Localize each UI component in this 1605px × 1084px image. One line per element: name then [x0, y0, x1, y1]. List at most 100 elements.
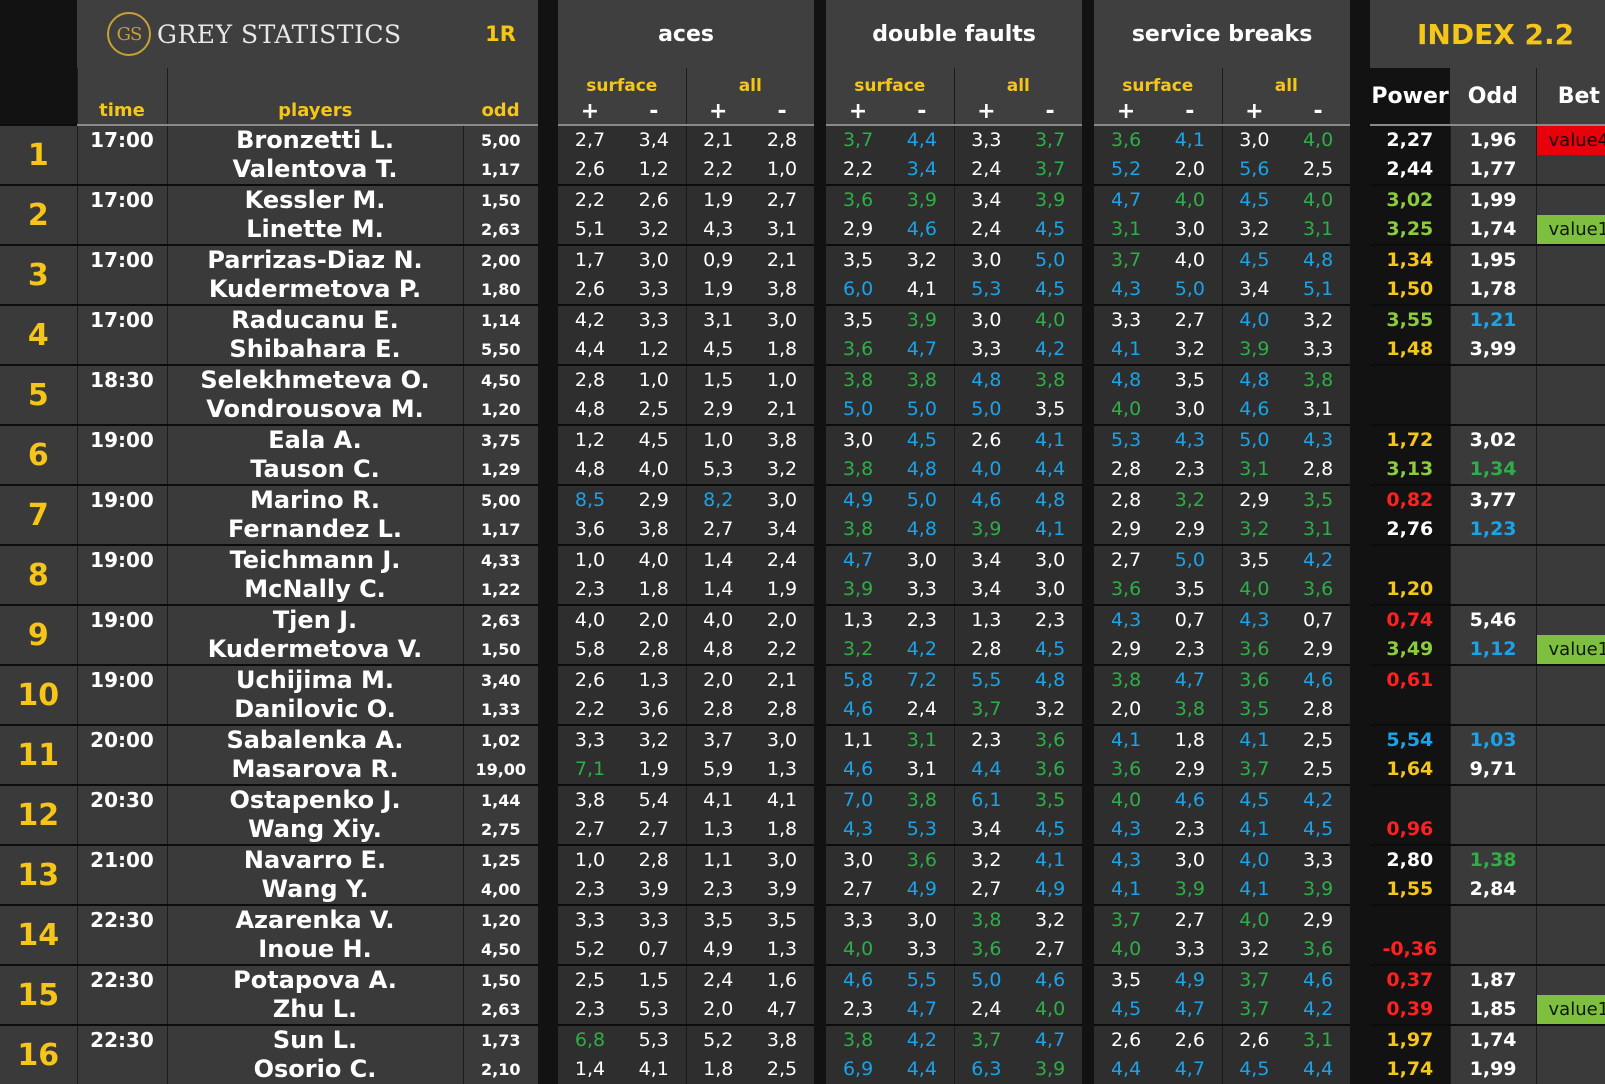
player-name: Zhu L. — [167, 995, 464, 1025]
bet-cell — [1535, 244, 1605, 275]
stat-cell: 2,8 — [1286, 695, 1351, 725]
stat-cell: 6,1 — [953, 784, 1019, 815]
player-name: Kessler M. — [167, 184, 464, 215]
power-value — [1370, 395, 1451, 425]
index-odd-value: 3,02 — [1449, 424, 1537, 455]
stat-cell: 3,7 — [1221, 755, 1287, 785]
bet-cell — [1535, 964, 1605, 995]
power-value — [1370, 904, 1451, 935]
stat-cell: 3,9 — [1018, 184, 1083, 215]
stat-cell: 3,1 — [1286, 515, 1351, 545]
stat-cell: 4,8 — [1018, 664, 1083, 695]
match-time: 19:00 — [77, 424, 168, 485]
spacer — [1350, 155, 1371, 185]
spacer — [1082, 485, 1095, 515]
spacer — [1350, 335, 1371, 365]
stat-cell: 2,5 — [1286, 755, 1351, 785]
spacer — [538, 575, 559, 605]
stat-cell: 3,1 — [1286, 215, 1351, 245]
table-row: 12 20:30 Ostapenko J. 1,44 3,8 5,4 4,1 4,1 7,0 3,… — [0, 784, 1605, 845]
table-row: McNally C. 1,22 2,3 1,8 1,4 1,9 3,9 3,3 3,4 3,0 3,… — [0, 575, 1605, 605]
spacer — [1350, 395, 1371, 425]
stat-cell: 4,8 — [890, 515, 955, 545]
minus-label: - — [750, 96, 815, 126]
bet-badge: value1 — [1535, 995, 1605, 1025]
stat-cell: 3,0 — [1158, 395, 1223, 425]
stat-cell: 3,8 — [558, 784, 623, 815]
bet-cell — [1535, 335, 1605, 365]
stat-cell: 3,4 — [1221, 275, 1287, 305]
minus-label: - — [890, 96, 955, 126]
spacer — [1082, 395, 1095, 425]
stat-cell: 4,9 — [1018, 875, 1083, 905]
stat-cell: 4,5 — [1286, 815, 1351, 845]
header-corner — [0, 0, 77, 68]
stat-cell: 5,0 — [890, 484, 955, 515]
stat-cell: 5,2 — [685, 1024, 751, 1055]
stat-cell: 5,5 — [890, 964, 955, 995]
stat-cell: 3,8 — [1158, 695, 1223, 725]
spacer — [814, 1025, 827, 1055]
spacer — [814, 425, 827, 455]
stat-cell: 4,7 — [750, 995, 815, 1025]
stat-cell: 2,4 — [953, 995, 1019, 1025]
stat-cell: 1,9 — [685, 184, 751, 215]
bet-cell — [1535, 724, 1605, 755]
player-odd: 4,50 — [462, 935, 539, 965]
stat-cell: 2,5 — [1286, 724, 1351, 755]
player-name: Fernandez L. — [167, 515, 464, 545]
stat-cell: 4,1 — [1018, 515, 1083, 545]
stat-cell: 3,8 — [750, 424, 815, 455]
spacer — [1082, 905, 1095, 935]
stat-cell: 5,0 — [1221, 424, 1287, 455]
stat-cell: 4,6 — [826, 755, 891, 785]
stat-cell: 4,4 — [558, 335, 623, 365]
player-name: Wang Y. — [167, 875, 464, 905]
stat-cell: 3,3 — [953, 335, 1019, 365]
stat-cell: 2,8 — [750, 124, 815, 155]
stat-cell: 4,5 — [622, 424, 687, 455]
stat-cell: 1,6 — [750, 964, 815, 995]
stat-cell: 4,6 — [953, 484, 1019, 515]
stat-cell: 2,4 — [750, 544, 815, 575]
stat-cell: 2,8 — [622, 635, 687, 665]
spacer — [538, 605, 559, 635]
stat-cell: 5,0 — [826, 395, 891, 425]
stat-cell: 4,2 — [1018, 335, 1083, 365]
stat-cell: 4,0 — [1158, 184, 1223, 215]
stat-cell: 3,3 — [826, 904, 891, 935]
spacer — [1350, 725, 1371, 755]
index-odd-value: 1,77 — [1449, 155, 1537, 185]
stat-cell: 3,3 — [622, 904, 687, 935]
player-odd: 1,50 — [462, 184, 539, 215]
spacer — [814, 515, 827, 545]
bet-badge: value4 — [1535, 124, 1605, 155]
stat-cell: 3,3 — [890, 575, 955, 605]
spacer — [814, 695, 827, 725]
match-number: 13 — [0, 844, 78, 905]
match-number: 3 — [0, 244, 78, 305]
stat-cell: 4,1 — [1018, 424, 1083, 455]
power-value: 1,50 — [1370, 275, 1451, 305]
spacer — [538, 515, 559, 545]
power-value: 3,13 — [1370, 455, 1451, 485]
plus-label: + — [1094, 96, 1159, 126]
stat-cell: 4,6 — [1158, 784, 1223, 815]
player-odd: 19,00 — [462, 755, 539, 785]
stat-cell: 4,7 — [826, 544, 891, 575]
spacer — [538, 545, 559, 575]
index-odd-value — [1449, 695, 1537, 725]
group-header-aces: aces — [558, 0, 815, 68]
stat-cell: 2,7 — [1094, 544, 1159, 575]
spacer — [814, 875, 827, 905]
stat-cell: 3,5 — [826, 244, 891, 275]
table-row: Inoue H. 4,50 5,2 0,7 4,9 1,3 4,0 3,3 3,6 2,7 4,0 3… — [0, 935, 1605, 965]
player-name: Selekhmeteva O. — [167, 364, 464, 395]
table-row: Zhu L. 2,63 2,3 5,3 2,0 4,7 2,3 4,7 2,4 4,0 4,5 4,7… — [0, 995, 1605, 1025]
player-name: Shibahara E. — [167, 335, 464, 365]
stat-cell: 4,8 — [558, 455, 623, 485]
stat-cell: 2,3 — [558, 995, 623, 1025]
bet-badge: value1 — [1535, 215, 1605, 245]
match-number: 10 — [0, 664, 78, 725]
spacer — [538, 755, 559, 785]
